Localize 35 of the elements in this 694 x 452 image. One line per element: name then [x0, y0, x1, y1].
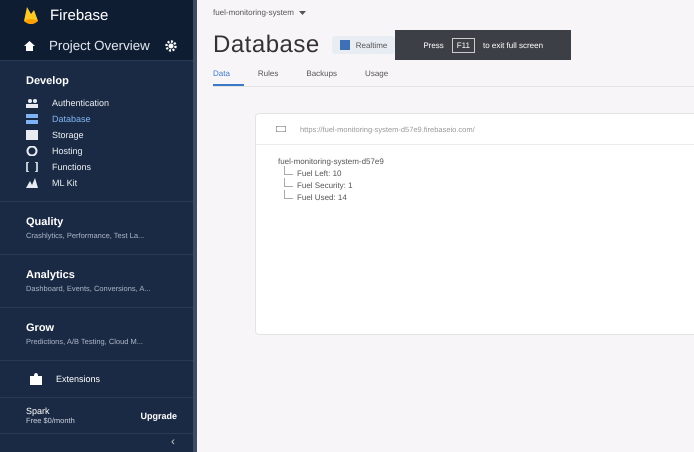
toast-text: to exit full screen: [482, 40, 544, 50]
section-heading: Develop: [25, 75, 70, 89]
people-icon: [26, 98, 38, 108]
puzzle-icon: [30, 373, 42, 385]
nav-item[interactable]: Database: [0, 111, 193, 127]
tab[interactable]: Data: [213, 65, 244, 86]
nav-item[interactable]: Functions: [0, 159, 193, 175]
tab[interactable]: Usage: [365, 65, 402, 86]
caret-icon: [298, 10, 306, 14]
nav-item[interactable]: Storage: [0, 127, 193, 143]
tree-item[interactable]: Fuel Security: 1: [297, 181, 353, 190]
nav-item[interactable]: ML Kit: [0, 175, 193, 191]
nav-item[interactable]: Authentication: [0, 95, 193, 111]
settings-icon[interactable]: [165, 40, 177, 52]
toast-text: Press: [423, 40, 444, 50]
nav-item[interactable]: Hosting: [0, 143, 193, 159]
plan-name: Spark: [26, 406, 51, 416]
tab[interactable]: Backups: [306, 65, 352, 86]
key-label: F11: [452, 38, 475, 52]
collapse-button[interactable]: ‹: [171, 434, 175, 448]
section-heading[interactable]: Quality: [26, 216, 167, 228]
upgrade-button[interactable]: Upgrade: [140, 410, 177, 420]
tree-item[interactable]: Fuel Left: 10: [297, 169, 342, 178]
tree-root[interactable]: fuel-monitoring-system-d57e9: [278, 157, 694, 166]
section-heading[interactable]: Grow: [26, 322, 167, 334]
section-heading[interactable]: Analytics: [26, 269, 167, 281]
extensions-link[interactable]: Extensions: [0, 361, 193, 398]
database-selector[interactable]: Realtime: [332, 36, 396, 54]
brand-name: Firebase: [50, 7, 108, 24]
flame-logo-icon: [22, 4, 40, 27]
tree-item[interactable]: Fuel Used: 14: [297, 193, 347, 202]
page-title: Database: [213, 31, 320, 59]
home-icon: [24, 40, 35, 51]
tab[interactable]: Rules: [258, 65, 292, 86]
project-dropdown[interactable]: fuel-monitoring-system: [213, 8, 306, 17]
